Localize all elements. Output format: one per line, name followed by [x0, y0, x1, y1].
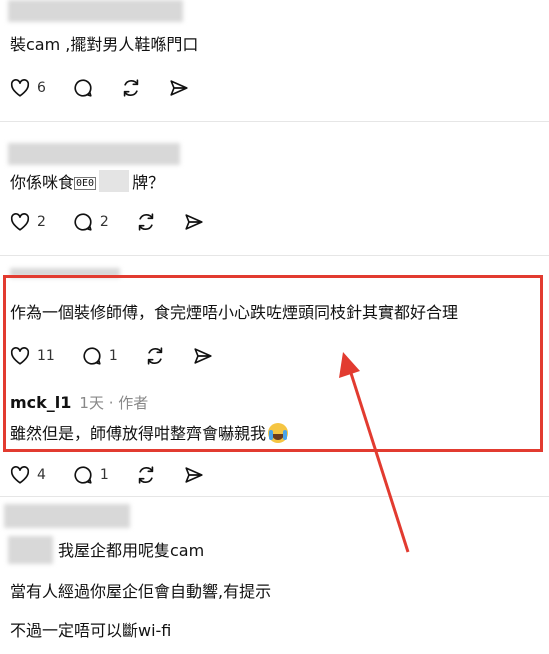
reply-count: 1 — [99, 467, 109, 483]
heart-icon — [10, 466, 30, 484]
like-button[interactable]: 6 — [9, 77, 46, 99]
heart-icon — [10, 79, 30, 97]
share-icon — [185, 214, 203, 230]
comment-icon — [74, 79, 92, 97]
repost-icon — [138, 213, 154, 231]
like-button[interactable]: 4 — [9, 464, 46, 486]
blurred-username — [8, 143, 180, 165]
post-text-line: 我屋企都用呢隻cam — [58, 541, 205, 560]
repost-button[interactable] — [135, 464, 157, 486]
post-text: 裝cam ,擺對男人鞋喺門口 — [10, 35, 199, 54]
comment-button[interactable]: 1 — [72, 464, 109, 486]
post-actions: 4 1 — [9, 464, 231, 486]
divider — [0, 255, 549, 256]
repost-icon — [138, 466, 154, 484]
share-button[interactable] — [168, 77, 190, 99]
blurred-word — [99, 170, 130, 192]
like-count: 2 — [37, 214, 46, 230]
divider — [0, 121, 549, 122]
blurred-username — [4, 504, 130, 528]
post-text-after: 牌？ — [132, 173, 165, 192]
share-button[interactable] — [183, 464, 205, 486]
like-button[interactable]: 2 — [9, 211, 46, 233]
reply-count: 2 — [99, 214, 109, 230]
blurred-username — [8, 0, 183, 22]
share-icon — [170, 80, 188, 96]
like-count: 6 — [37, 80, 46, 96]
post-text-before: 你係咪食 — [10, 173, 75, 192]
divider — [0, 496, 549, 497]
comment-icon — [74, 466, 92, 484]
share-icon — [185, 467, 203, 483]
comment-button[interactable]: 2 — [72, 211, 109, 233]
like-count: 4 — [37, 467, 46, 483]
heart-icon — [10, 213, 30, 231]
post-actions: 6 — [9, 77, 216, 99]
repost-icon — [123, 79, 139, 97]
repost-button[interactable] — [135, 211, 157, 233]
comment-button[interactable] — [72, 77, 94, 99]
repost-button[interactable] — [120, 77, 142, 99]
post-text-line: 當有人經過你屋企佢會自動響,有提示 — [10, 582, 272, 601]
highlight-annotation-box — [3, 275, 543, 452]
comment-icon — [74, 213, 92, 231]
blurred-avatar — [8, 536, 53, 564]
post-actions: 2 2 — [9, 211, 231, 233]
post-text-line: 不過一定唔可以斷wi-fi — [10, 621, 172, 640]
missing-glyph: 0E0 — [74, 177, 97, 190]
post-text: 你係咪食 0E0 牌？ — [10, 170, 164, 195]
share-button[interactable] — [183, 211, 205, 233]
